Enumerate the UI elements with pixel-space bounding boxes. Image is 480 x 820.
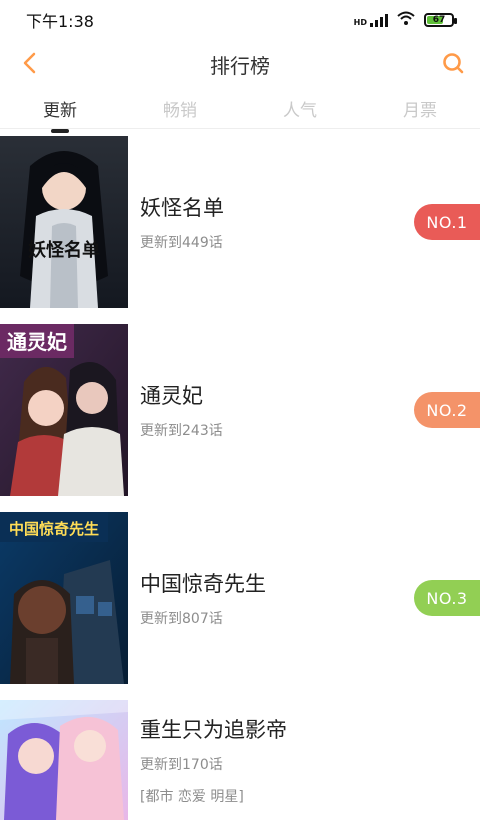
network-icon: HD <box>353 13 388 27</box>
cover-lettering: 妖怪名单 <box>28 239 100 261</box>
item-update: 更新到449话 <box>140 235 223 251</box>
item-info: 重生只为追影帝 更新到170话 [都市 恋爱 明星] <box>140 700 480 820</box>
item-title: 通灵妃 <box>140 384 203 408</box>
item-title: 妖怪名单 <box>140 196 224 220</box>
tab-monthly-ticket[interactable]: 月票 <box>360 96 480 121</box>
item-update: 更新到807话 <box>140 611 223 627</box>
ranking-list: 妖怪名单 妖怪名单 更新到449话 NO.1 通灵妃 通灵妃 更新到243话 N… <box>0 136 480 820</box>
item-title: 重生只为追影帝 <box>140 718 287 742</box>
network-label: HD <box>353 17 367 27</box>
item-title: 中国惊奇先生 <box>140 572 266 596</box>
cover-image[interactable]: 中国惊奇先生 <box>0 512 128 684</box>
battery-icon: 67 <box>424 13 457 27</box>
status-bar: 下午1:38 HD 67 <box>0 0 480 40</box>
rank-badge: NO.3 <box>414 580 480 616</box>
battery-level: 67 <box>432 15 446 25</box>
status-icons: HD 67 <box>353 10 457 30</box>
tab-update[interactable]: 更新 <box>0 96 120 121</box>
tab-bar: 更新 畅销 人气 月票 <box>0 88 480 129</box>
rank-badge: NO.1 <box>414 204 480 240</box>
tab-popular[interactable]: 人气 <box>240 96 360 121</box>
search-button[interactable] <box>438 48 468 78</box>
list-item[interactable]: 重生只为追影帝 更新到170话 [都市 恋爱 明星] <box>0 700 480 820</box>
rank-badge: NO.2 <box>414 392 480 428</box>
cover-image[interactable]: 妖怪名单 <box>0 136 128 308</box>
cover-image[interactable] <box>0 700 128 820</box>
list-item[interactable]: 中国惊奇先生 中国惊奇先生 更新到807话 NO.3 <box>0 512 480 700</box>
cover-image[interactable]: 通灵妃 <box>0 324 128 496</box>
header: 排行榜 <box>0 40 480 88</box>
list-item[interactable]: 妖怪名单 妖怪名单 更新到449话 NO.1 <box>0 136 480 324</box>
search-icon <box>443 53 464 74</box>
page-title: 排行榜 <box>210 53 270 78</box>
tab-bestselling[interactable]: 畅销 <box>120 96 240 121</box>
status-time: 下午1:38 <box>26 12 94 31</box>
item-update: 更新到243话 <box>140 423 223 439</box>
item-tags: [都市 恋爱 明星] <box>140 789 244 805</box>
list-item[interactable]: 通灵妃 通灵妃 更新到243话 NO.2 <box>0 324 480 512</box>
chevron-left-icon <box>23 52 36 74</box>
cover-lettering: 通灵妃 <box>7 330 67 354</box>
wifi-icon <box>396 10 416 30</box>
back-button[interactable] <box>14 48 44 78</box>
item-update: 更新到170话 <box>140 757 223 773</box>
cover-lettering: 中国惊奇先生 <box>9 520 99 538</box>
